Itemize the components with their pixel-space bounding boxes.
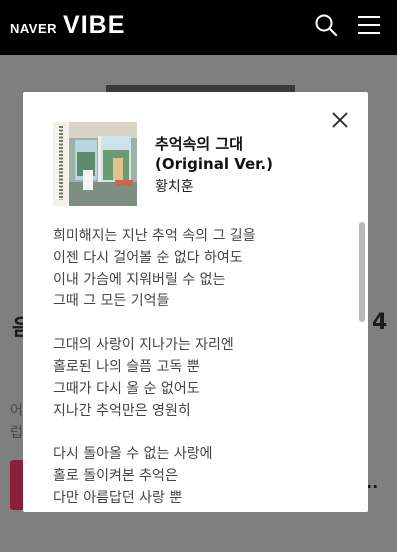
close-icon [332,112,348,128]
search-icon[interactable] [314,13,338,37]
background-title-fragment-right: 4 [372,310,388,335]
close-button[interactable] [327,107,353,133]
background-text-fragment: 어 럽 [10,403,23,441]
lyric-line: 이내 가슴에 지워버릴 수 없는 [53,271,226,288]
lyric-line: 희미해지는 지난 추억 속의 그 길을 [53,228,256,244]
lyrics-scrollbar[interactable] [359,222,365,510]
lyric-line: 그때 그 모든 기억들 [53,293,170,310]
lyrics-verse: 다시 돌아올 수 없는 사랑에 홀로 돌이켜본 추억은 다만 아름답던 사랑 뿐 [53,444,353,509]
logo-vibe-text: VIBE [63,11,126,39]
lyric-line: 홀로된 나의 슬픔 고독 뿐 [53,358,200,375]
lyric-line: 그때가 다시 올 순 없어도 [53,380,200,397]
lyrics-scrollbar-thumb[interactable] [359,222,365,322]
hamburger-menu-icon[interactable] [357,14,381,36]
lyric-line: 홀로 돌이켜본 추억은 [53,468,178,485]
lyrics-modal: 추억속의 그대 (Original Ver.) 황치훈 희미해지는 지난 추억 … [23,92,368,512]
background-play-button [10,460,24,510]
song-title: 추억속의 그대 (Original Ver.) [155,135,273,173]
lyric-line: 지나간 추억만은 영원히 [53,402,191,419]
logo-naver-text: NAVER [10,21,58,36]
lyric-line: 다만 아름답던 사랑 뿐 [53,489,183,506]
top-header: NAVER VIBE [0,0,397,55]
lyrics-scroll-area[interactable]: 희미해지는 지난 추억 속의 그 길을 이젠 다시 걸어볼 순 없다 하여도 이… [53,226,353,512]
artist-name[interactable]: 황치훈 [155,176,194,196]
lyric-line: 다시 돌아올 수 없는 사랑에 [53,446,213,463]
album-art [53,122,137,206]
naver-vibe-logo[interactable]: NAVER VIBE [10,11,125,40]
lyrics-verse: 희미해지는 지난 추억 속의 그 길을 이젠 다시 걸어볼 순 없다 하여도 이… [53,226,353,313]
lyric-line: 그대의 사랑이 지나가는 자리엔 [53,337,234,354]
lyrics-verse: 그대의 사랑이 지나가는 자리엔 홀로된 나의 슬픔 고독 뿐 그때가 다시 올… [53,335,353,422]
lyric-line: 이젠 다시 걸어볼 순 없다 하여도 [53,249,243,266]
